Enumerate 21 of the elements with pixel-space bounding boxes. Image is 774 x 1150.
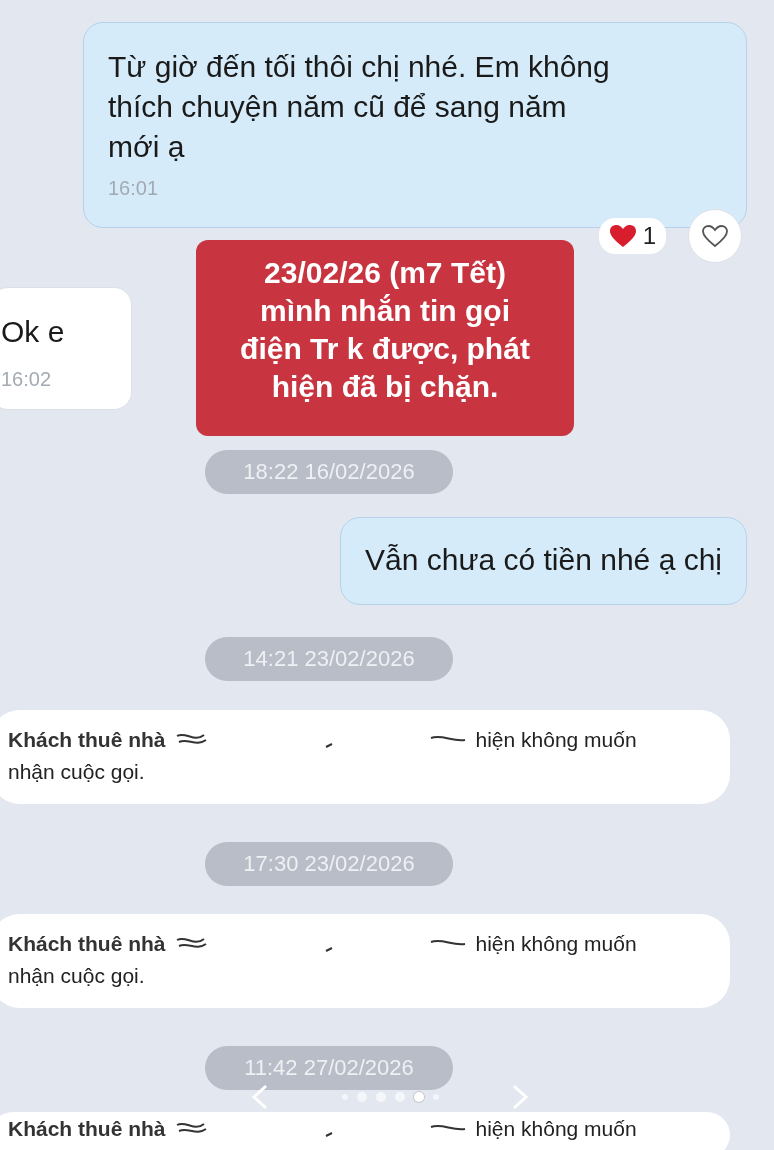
message-time: 16:02	[1, 368, 52, 391]
sender-name: Khách thuê nhà	[8, 1116, 166, 1142]
notice-text: hiện không muốn	[475, 727, 637, 753]
sender-name: Khách thuê nhà	[8, 931, 166, 957]
page-dot[interactable]	[413, 1092, 424, 1102]
message-text: Ok e	[1, 314, 66, 350]
chevron-left-icon	[250, 1084, 270, 1110]
message-text: Từ giờ đến tối thôi chị nhé. Em không thích chuyện năm cũ để sang năm mới ạ	[108, 49, 611, 165]
heart-icon	[701, 224, 729, 248]
chevron-right-icon	[510, 1084, 530, 1110]
sender-name: Khách thuê nhà	[8, 727, 166, 753]
notice-text: nhận cuộc gọi.	[8, 759, 146, 785]
message-time: 16:01	[108, 177, 159, 200]
heart-icon	[608, 224, 637, 248]
reaction-badge[interactable]: 1	[598, 218, 666, 254]
notice-text: hiện không muốn	[475, 1116, 637, 1142]
notice-text: nhận cuộc gọi.	[8, 963, 146, 989]
notice-text: hiện không muốn	[475, 931, 637, 957]
annotation-note: 23/02/26 (m7 Tết) mình nhắn tin gọi điện Tr k được, phát hiện đã bị chặn.	[196, 240, 574, 436]
reaction-count: 1	[642, 222, 656, 250]
message-text: Vẫn chưa có tiền nhé ạ chị	[365, 542, 722, 578]
